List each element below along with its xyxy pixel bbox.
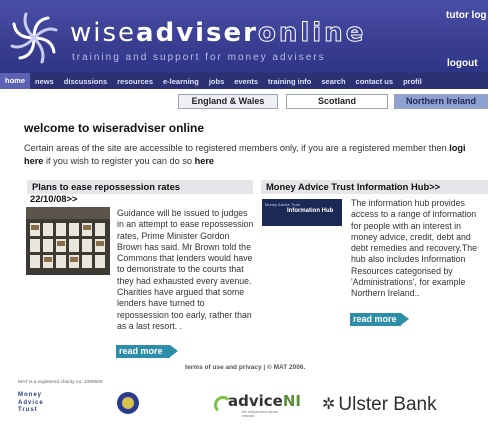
nav-item-training-info[interactable]: training info: [263, 77, 316, 86]
main-nav: home news discussions resources e-learni…: [0, 73, 488, 89]
nav-item-news[interactable]: news: [30, 77, 59, 86]
nav-item-e-learning[interactable]: e-learning: [158, 77, 204, 86]
mat-logo-line: Money: [18, 392, 43, 398]
right-article-heading[interactable]: Money Advice Trust Information Hub>>: [261, 180, 488, 194]
region-tab-northern-ireland[interactable]: Northern Ireland: [394, 94, 488, 109]
information-hub-logo[interactable]: Money Advice Trust Information Hub: [262, 199, 342, 226]
nav-item-discussions[interactable]: discussions: [59, 77, 112, 86]
region-tab-england-wales[interactable]: England & Wales: [178, 94, 278, 109]
left-article-date[interactable]: 22/10/08>>: [30, 193, 77, 204]
advice-ni-logo[interactable]: adviceNI the independent advice network: [210, 392, 301, 420]
brand-part-online: online: [257, 18, 367, 49]
swirl-logo-icon: [10, 12, 58, 64]
register-here-link[interactable]: here: [195, 156, 214, 166]
mat-logo-line: Advice: [18, 399, 44, 406]
hub-logo-title: Information Hub: [287, 208, 334, 214]
login-link[interactable]: logi: [449, 143, 465, 153]
nav-item-search[interactable]: search: [316, 77, 350, 86]
intro-text-part: if you wish to register you can do so: [43, 155, 195, 166]
footer-links[interactable]: terms of use and privacy | © MAT 2006.: [185, 364, 305, 371]
nav-item-profile[interactable]: profil: [398, 77, 427, 86]
nav-item-jobs[interactable]: jobs: [204, 77, 229, 86]
left-read-more-button[interactable]: read more: [116, 345, 178, 358]
right-read-more-button[interactable]: read more: [350, 313, 409, 326]
ulster-bank-text: Ulster Bank: [338, 394, 437, 415]
login-here-link[interactable]: here: [24, 156, 43, 166]
right-article-body: The information hub provides access to a…: [351, 198, 477, 299]
advice-logo-text: advice: [228, 392, 283, 410]
nav-item-events[interactable]: events: [229, 77, 263, 86]
site-header: wiseadviseronline training and support f…: [0, 0, 488, 73]
left-article-body: Guidance will be issued to judges in an …: [117, 208, 254, 331]
nav-item-contact-us[interactable]: contact us: [351, 77, 399, 86]
hub-logo-small-text: Money Advice Trust: [265, 202, 300, 207]
advice-logo-word: adviceNI: [228, 392, 301, 410]
region-tab-scotland[interactable]: Scotland: [286, 94, 388, 109]
estate-agent-window-image: [26, 207, 110, 275]
nav-item-home[interactable]: home: [0, 73, 31, 89]
welcome-heading: welcome to wiseradviser online: [24, 121, 205, 135]
charity-number: MAT is a registered charity no. 1099506: [18, 380, 103, 385]
logout-link[interactable]: logout: [447, 58, 478, 69]
intro-text-part: Certain areas of the site are accessible…: [24, 143, 450, 153]
financial-services-logo-icon[interactable]: [117, 392, 139, 414]
tagline: training and support for money advisers: [72, 52, 326, 63]
nav-item-resources[interactable]: resources: [112, 77, 158, 86]
intro-text: Certain areas of the site are accessible…: [24, 142, 488, 167]
advice-logo-ni: NI: [282, 392, 301, 410]
left-article-heading[interactable]: Plans to ease repossession rates: [27, 180, 253, 194]
ulster-bank-logo[interactable]: ✲ Ulster Bank: [322, 394, 437, 416]
tutor-login-link[interactable]: tutor log: [446, 10, 487, 21]
brand-part-adviser: adviser: [136, 18, 258, 48]
ulster-bank-star-icon: ✲: [322, 396, 336, 413]
advice-logo-subtitle: the independent advice network: [242, 410, 279, 418]
money-advice-trust-logo[interactable]: Money Advice Trust: [18, 392, 44, 415]
brand-part-wise: wise: [70, 18, 137, 48]
brand-title[interactable]: wiseadviseronline: [70, 18, 367, 49]
mat-logo-line: Trust: [18, 407, 38, 413]
